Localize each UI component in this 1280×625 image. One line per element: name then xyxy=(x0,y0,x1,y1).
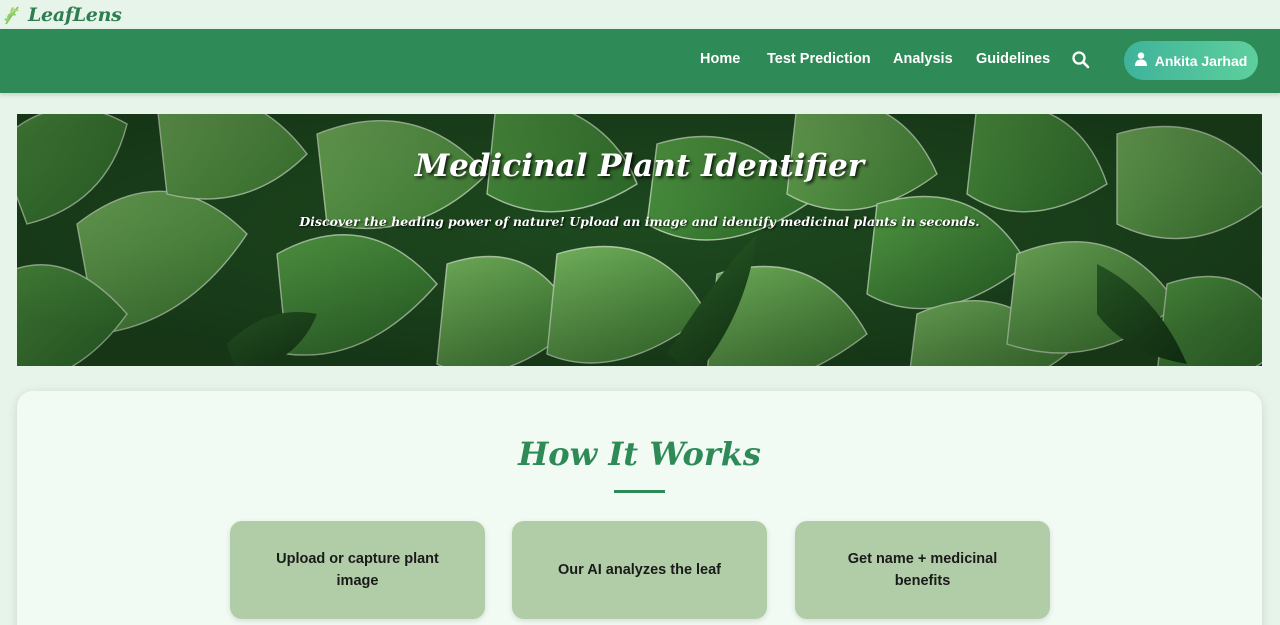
search-icon[interactable] xyxy=(1071,50,1091,70)
nav-guidelines-link[interactable]: Guidelines xyxy=(976,51,1050,67)
user-name: Ankita Jarhad xyxy=(1154,52,1248,69)
hero-title: Medicinal Plant Identifier xyxy=(414,148,865,184)
step-text: Our AI analyzes the leaf xyxy=(557,562,722,578)
nav-analysis-link[interactable]: Analysis xyxy=(893,51,953,67)
nav-home-link[interactable]: Home xyxy=(700,51,740,67)
user-icon xyxy=(1134,52,1147,69)
how-it-works-section: How It Works Upload or capture plant ima… xyxy=(17,391,1262,625)
brand-name[interactable]: LeafLens xyxy=(28,4,122,26)
step-text: Get name + medicinal benefits xyxy=(847,551,998,589)
step-card-upload: Upload or capture plant image xyxy=(230,521,485,619)
nav-test-prediction-link[interactable]: Test Prediction xyxy=(767,51,871,67)
user-profile-button[interactable]: Ankita Jarhad xyxy=(1124,41,1258,80)
step-card-results: Get name + medicinal benefits xyxy=(795,521,1050,619)
main-navbar: Home Test Prediction Analysis Guidelines… xyxy=(0,29,1280,93)
step-card-analyze: Our AI analyzes the leaf xyxy=(512,521,767,619)
leaf-sprig-icon xyxy=(2,4,24,26)
step-text: Upload or capture plant image xyxy=(276,551,439,589)
hero-subtitle: Discover the healing power of nature! Up… xyxy=(299,214,980,229)
brand-bar: LeafLens xyxy=(0,0,1280,29)
hero-banner: Medicinal Plant Identifier Discover the … xyxy=(17,114,1262,366)
title-underline xyxy=(614,490,665,493)
how-it-works-title: How It Works xyxy=(518,435,761,473)
